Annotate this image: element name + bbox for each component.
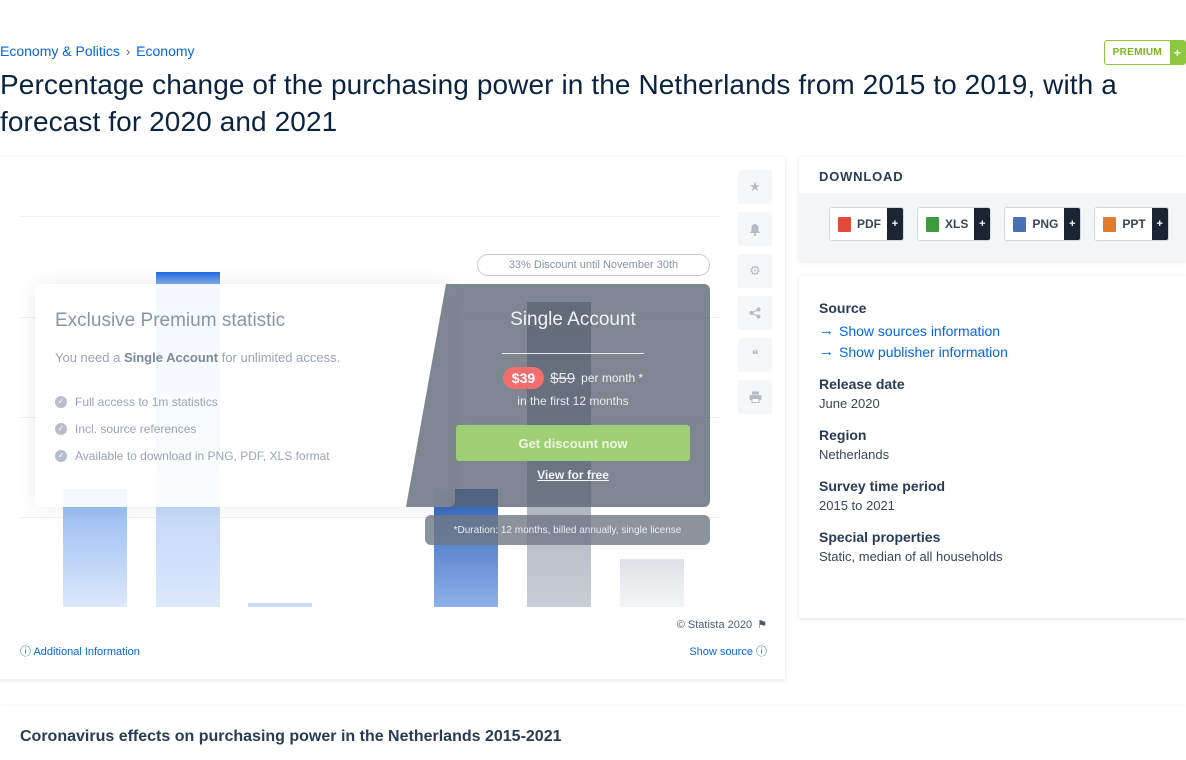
region-label: Region bbox=[819, 427, 867, 443]
price-new: $39 bbox=[502, 367, 545, 389]
format-label: PPT bbox=[1122, 217, 1146, 231]
price-note: in the first 12 months bbox=[517, 394, 629, 408]
plus-icon: + bbox=[887, 208, 903, 240]
pdf-file-icon bbox=[838, 216, 851, 232]
single-account-title: Single Account bbox=[510, 309, 636, 330]
download-buttons: PDF + XLS + PNG + PPT + bbox=[829, 207, 1169, 241]
breadcrumb: Economy & Politics › Economy bbox=[0, 43, 195, 59]
arrow-right-icon: → bbox=[819, 343, 834, 360]
view-for-free-link[interactable]: View for free bbox=[456, 468, 690, 482]
paywall-subtitle-suffix: for unlimited access. bbox=[218, 350, 341, 365]
show-source-link[interactable]: Show source ⓘ bbox=[689, 643, 767, 659]
check-icon: ✓ bbox=[55, 395, 67, 408]
additional-information-link[interactable]: ⓘ Additional Information bbox=[20, 643, 140, 659]
star-icon[interactable]: ★ bbox=[738, 170, 772, 204]
flag-icon[interactable]: ⚑ bbox=[757, 618, 767, 631]
show-publisher-link[interactable]: → Show publisher information bbox=[819, 343, 1166, 360]
download-header: DOWNLOAD bbox=[799, 157, 1186, 193]
png-file-icon bbox=[1013, 216, 1027, 232]
additional-info-label: Additional Information bbox=[33, 646, 140, 658]
copyright-text: © Statista 2020 bbox=[676, 618, 753, 631]
feature-label: Full access to 1m statistics bbox=[75, 394, 218, 409]
related-statistic-panel: Coronavirus effects on purchasing power … bbox=[0, 706, 1186, 760]
side-toolbar: ★ ⚙ ❝ bbox=[738, 170, 772, 414]
release-date-label: Release date bbox=[819, 376, 905, 392]
breadcrumb-economy[interactable]: Economy bbox=[136, 43, 194, 59]
get-discount-button[interactable]: Get discount now bbox=[456, 425, 690, 461]
divider bbox=[502, 353, 644, 354]
breadcrumb-separator: › bbox=[125, 43, 131, 59]
bell-icon[interactable] bbox=[738, 212, 772, 246]
chart-bar bbox=[620, 559, 684, 607]
source-label: Source bbox=[819, 300, 867, 316]
release-date-value: June 2020 bbox=[819, 396, 880, 411]
special-group: Special properties Static, median of all… bbox=[819, 529, 1166, 564]
release-group: Release date June 2020 bbox=[819, 376, 1166, 411]
premium-label: PREMIUM bbox=[1112, 47, 1162, 58]
paywall-subtitle: You need a Single Account for unlimited … bbox=[55, 350, 340, 365]
list-item: ✓ Incl. source references bbox=[55, 415, 330, 442]
format-label: PDF bbox=[857, 217, 881, 231]
share-icon[interactable] bbox=[738, 296, 772, 330]
show-publisher-label: Show publisher information bbox=[839, 343, 1008, 360]
feature-label: Available to download in PNG, PDF, XLS f… bbox=[75, 448, 330, 463]
region-value: Netherlands bbox=[819, 447, 890, 462]
list-item: ✓ Available to download in PNG, PDF, XLS … bbox=[55, 442, 330, 469]
special-properties-value: Static, median of all households bbox=[819, 549, 1003, 564]
paywall-subtitle-prefix: You need a bbox=[55, 350, 124, 365]
region-group: Region Netherlands bbox=[819, 427, 1166, 462]
statistic-details: Source → Show sources information → Show p… bbox=[799, 276, 1186, 618]
show-sources-label: Show sources information bbox=[839, 322, 1001, 339]
print-icon[interactable] bbox=[738, 380, 772, 414]
feature-label: Incl. source references bbox=[75, 421, 197, 436]
info-icon: ⓘ bbox=[20, 646, 31, 658]
survey-period-value: 2015 to 2021 bbox=[819, 498, 895, 513]
paywall-title: Exclusive Premium statistic bbox=[55, 310, 286, 331]
gear-icon[interactable]: ⚙ bbox=[738, 254, 772, 288]
list-item: ✓ Full access to 1m statistics bbox=[55, 388, 330, 415]
format-label: XLS bbox=[945, 217, 969, 231]
price-period: per month * bbox=[581, 371, 644, 385]
plus-icon: + bbox=[1151, 208, 1168, 240]
check-icon: ✓ bbox=[55, 422, 67, 435]
plus-icon: + bbox=[974, 208, 991, 240]
download-box: DOWNLOAD PDF + XLS + PNG + PPT + bbox=[799, 157, 1186, 261]
quote-icon[interactable]: ❝ bbox=[738, 338, 772, 372]
ppt-file-icon bbox=[1103, 216, 1117, 232]
chart-bar bbox=[248, 603, 312, 607]
duration-note: *Duration: 12 months, billed annually, s… bbox=[425, 515, 710, 545]
special-properties-label: Special properties bbox=[819, 529, 941, 545]
related-statistic-title[interactable]: Coronavirus effects on purchasing power … bbox=[20, 728, 561, 746]
format-label: PNG bbox=[1032, 217, 1059, 231]
paywall-subtitle-bold: Single Account bbox=[123, 350, 219, 365]
show-sources-link[interactable]: → Show sources information bbox=[819, 322, 1166, 339]
chart-panel: ★ ⚙ ❝ Exclusive Premium statistic You ne… bbox=[0, 157, 785, 679]
price-old: $59 bbox=[550, 369, 576, 387]
premium-badge[interactable]: PREMIUM + bbox=[1103, 40, 1186, 65]
paywall-feature-list: ✓ Full access to 1m statistics ✓ Incl. sou… bbox=[55, 388, 330, 469]
source-group: Source → Show sources information → Show p… bbox=[819, 300, 1166, 360]
download-pdf-button[interactable]: PDF + bbox=[829, 207, 904, 241]
show-source-label: Show source bbox=[689, 646, 753, 658]
plus-icon: + bbox=[1064, 208, 1081, 240]
download-png-button[interactable]: PNG + bbox=[1004, 207, 1082, 241]
download-xls-button[interactable]: XLS + bbox=[917, 207, 992, 241]
download-ppt-button[interactable]: PPT + bbox=[1094, 207, 1169, 241]
page-title: Percentage change of the purchasing powe… bbox=[0, 69, 1117, 137]
discount-pill: 33% Discount until November 30th bbox=[477, 254, 710, 276]
gridline bbox=[20, 216, 720, 217]
page: Economy & Politics › Economy PREMIUM + P… bbox=[0, 0, 1186, 760]
price-row: $39 $59 per month * bbox=[456, 367, 690, 389]
arrow-right-icon: → bbox=[819, 322, 834, 339]
copyright: © Statista 2020 ⚑ bbox=[676, 618, 767, 632]
breadcrumb-economy-politics[interactable]: Economy & Politics bbox=[0, 43, 120, 59]
check-icon: ✓ bbox=[55, 449, 67, 462]
premium-plus-icon: + bbox=[1170, 41, 1185, 64]
info-icon: ⓘ bbox=[756, 646, 767, 658]
survey-period-label: Survey time period bbox=[819, 478, 946, 494]
xls-file-icon bbox=[926, 216, 939, 232]
survey-group: Survey time period 2015 to 2021 bbox=[819, 478, 1166, 513]
paywall-card: Exclusive Premium statistic You need a S… bbox=[35, 284, 455, 507]
